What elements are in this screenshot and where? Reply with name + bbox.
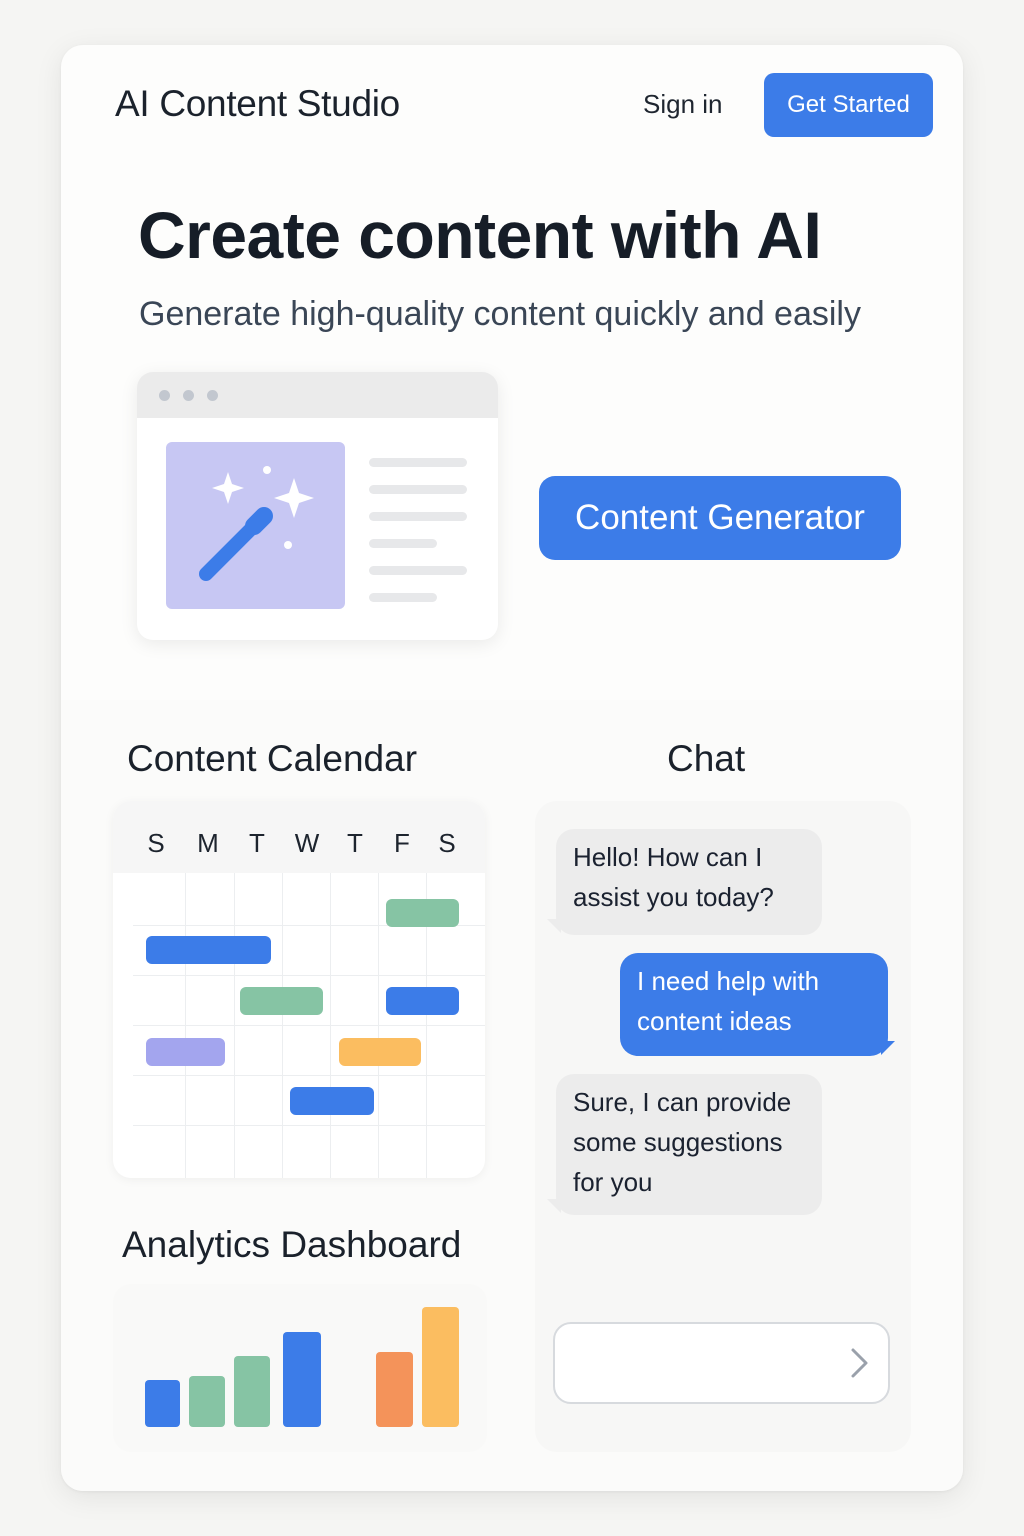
hero-subtitle: Generate high-quality content quickly an… (139, 295, 861, 333)
grid-line (133, 975, 485, 976)
grid-line (133, 1075, 485, 1076)
calendar-event[interactable] (146, 1038, 225, 1066)
grid-line (133, 1025, 485, 1026)
brand-title: AI Content Studio (115, 83, 400, 124)
calendar-event[interactable] (290, 1087, 374, 1115)
analytics-dashboard-title: Analytics Dashboard (122, 1224, 462, 1265)
weekday-label: S (438, 828, 456, 858)
chat-message-assistant: Sure, I can provide some suggestions for… (556, 1074, 822, 1215)
window-dot (183, 390, 194, 401)
calendar-event[interactable] (386, 987, 459, 1015)
text-line (369, 593, 437, 602)
chat-message-assistant: Hello! How can I assist you today? (556, 829, 822, 935)
text-line (369, 485, 467, 494)
text-line (369, 512, 467, 521)
hero-title: Create content with AI (138, 198, 822, 272)
get-started-button[interactable]: Get Started (764, 73, 933, 137)
calendar-event[interactable] (339, 1038, 421, 1066)
analytics-bar (376, 1352, 413, 1427)
analytics-bar (145, 1380, 180, 1427)
text-line (369, 458, 467, 467)
content-calendar-title: Content Calendar (127, 738, 418, 779)
chat-message-user: I need help with content ideas (620, 953, 888, 1056)
magic-wand-icon (166, 442, 345, 609)
calendar-event[interactable] (386, 899, 459, 927)
weekday-label: S (147, 828, 165, 858)
window-dot (207, 390, 218, 401)
weekday-label: T (347, 828, 363, 858)
weekday-label: W (294, 828, 320, 858)
grid-line (133, 1125, 485, 1126)
analytics-bar (283, 1332, 321, 1427)
content-generator-button[interactable]: Content Generator (539, 476, 901, 560)
chat-input[interactable] (553, 1322, 890, 1404)
browser-title-bar (137, 372, 498, 418)
sign-in-link[interactable]: Sign in (643, 89, 723, 120)
weekday-label: M (197, 828, 219, 858)
calendar-header: S M T W T F S (113, 801, 485, 873)
analytics-bar (234, 1356, 270, 1427)
content-editor-illustration (137, 372, 498, 640)
text-line (369, 566, 467, 575)
text-line (369, 539, 437, 548)
chevron-right-icon[interactable] (841, 1345, 877, 1381)
app-card: AI Content Studio Sign in Get Started Cr… (61, 45, 963, 1491)
analytics-bar (189, 1376, 225, 1427)
calendar-event[interactable] (240, 987, 323, 1015)
window-dot (159, 390, 170, 401)
content-calendar: S M T W T F S (113, 801, 485, 1178)
calendar-event[interactable] (146, 936, 271, 964)
analytics-chart (113, 1284, 487, 1452)
weekday-label: T (249, 828, 265, 858)
chat-title: Chat (667, 738, 746, 779)
analytics-bar (422, 1307, 459, 1427)
weekday-label: F (394, 828, 410, 858)
chat-panel: Hello! How can I assist you today? I nee… (535, 801, 911, 1452)
